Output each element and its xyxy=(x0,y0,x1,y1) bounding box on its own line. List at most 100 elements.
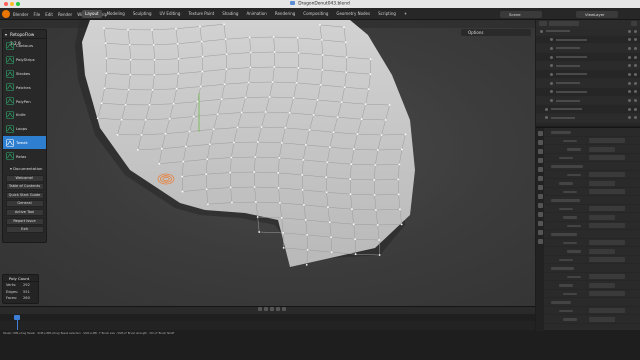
property-row[interactable] xyxy=(545,188,640,196)
report-issue-button[interactable]: Report Issue xyxy=(5,217,44,225)
tab-rendering[interactable]: Rendering xyxy=(272,10,298,18)
options-button[interactable]: Options xyxy=(461,29,531,36)
mesh-vertex xyxy=(249,66,252,69)
tab-animation[interactable]: Animation xyxy=(243,10,269,18)
outliner-row[interactable] xyxy=(536,61,640,71)
property-row[interactable] xyxy=(545,162,640,171)
tool-tab-icon[interactable] xyxy=(537,131,543,136)
property-row[interactable] xyxy=(545,154,640,162)
tab-shading[interactable]: Shading xyxy=(219,10,241,18)
playhead[interactable] xyxy=(14,315,20,320)
tab-geometry-nodes[interactable]: Geometry Nodes xyxy=(333,10,373,18)
constraints-tab-icon[interactable] xyxy=(537,221,543,226)
view-layer-tab-icon[interactable] xyxy=(537,158,543,163)
scene-tab-icon[interactable] xyxy=(537,167,543,172)
add-workspace-button[interactable]: + xyxy=(401,10,410,18)
outliner-row[interactable] xyxy=(536,36,640,45)
retopoflow-title[interactable]: RetopoFlow 3.2.9 xyxy=(3,30,46,46)
tool-contours[interactable]: Contours xyxy=(3,39,46,53)
property-row[interactable] xyxy=(545,281,640,290)
mesh-vertex xyxy=(305,263,308,266)
object-tab-icon[interactable] xyxy=(537,185,543,190)
property-row[interactable] xyxy=(545,273,640,281)
exit-button[interactable]: Exit xyxy=(5,226,44,234)
property-row[interactable] xyxy=(545,213,640,222)
world-tab-icon[interactable] xyxy=(537,176,543,181)
play-icon[interactable] xyxy=(270,307,274,311)
jump-end-icon[interactable] xyxy=(282,307,286,311)
documentation-header[interactable]: ▾ Documentation xyxy=(3,165,46,173)
particles-tab-icon[interactable] xyxy=(537,203,543,208)
property-row[interactable] xyxy=(545,145,640,154)
tab-modeling[interactable]: Modeling xyxy=(104,10,128,18)
outliner-row[interactable] xyxy=(536,105,640,114)
render-tab-icon[interactable] xyxy=(537,140,543,145)
3d-viewport[interactable]: Options xyxy=(0,20,535,306)
property-row[interactable] xyxy=(545,239,640,247)
output-tab-icon[interactable] xyxy=(537,149,543,154)
doc-button-table-of-contents[interactable]: Table of Contents xyxy=(5,183,44,191)
doc-button-active-tool[interactable]: Active Tool xyxy=(5,208,44,216)
property-row[interactable] xyxy=(545,205,640,213)
property-row[interactable] xyxy=(545,264,640,273)
outliner-row[interactable] xyxy=(536,113,640,123)
menu-blender[interactable]: Blender xyxy=(13,12,29,17)
timeline-ruler[interactable] xyxy=(0,314,535,321)
view-layer-selector[interactable]: ViewLayer xyxy=(576,10,618,18)
scene-selector[interactable]: Scene xyxy=(500,10,542,18)
jump-start-icon[interactable] xyxy=(258,307,262,311)
outliner-row[interactable] xyxy=(536,88,640,97)
property-row[interactable] xyxy=(545,315,640,324)
doc-button-quick-start-guide[interactable]: Quick Start Guide xyxy=(5,191,44,199)
step-back-icon[interactable] xyxy=(264,307,268,311)
property-row[interactable] xyxy=(545,196,640,205)
tool-relax[interactable]: Relax xyxy=(3,149,46,163)
menu-edit[interactable]: Edit xyxy=(45,12,53,17)
property-row[interactable] xyxy=(545,222,640,230)
mesh-vertex xyxy=(388,104,391,106)
property-row[interactable] xyxy=(545,179,640,188)
tool-loops[interactable]: Loops xyxy=(3,122,46,136)
property-row[interactable] xyxy=(545,307,640,315)
outliner-row[interactable] xyxy=(536,27,640,36)
tab-uv-editing[interactable]: UV Editing xyxy=(157,10,184,18)
property-row[interactable] xyxy=(545,137,640,145)
outliner-row[interactable] xyxy=(536,96,640,106)
properties-panel[interactable] xyxy=(536,127,640,331)
tool-polystrips[interactable]: PolyStrips xyxy=(3,53,46,67)
poly-count-title[interactable]: Poly Count xyxy=(3,275,38,282)
doc-button-welcome[interactable]: Welcome! xyxy=(5,174,44,182)
outliner-row[interactable] xyxy=(536,70,640,80)
step-forward-icon[interactable] xyxy=(276,307,280,311)
tab-sculpting[interactable]: Sculpting xyxy=(130,10,155,18)
property-row[interactable] xyxy=(545,171,640,179)
tab-texture-paint[interactable]: Texture Paint xyxy=(185,10,217,18)
property-row[interactable] xyxy=(545,128,640,137)
tool-knife[interactable]: Knife xyxy=(3,108,46,122)
tab-compositing[interactable]: Compositing xyxy=(300,10,331,18)
outliner-panel[interactable] xyxy=(536,20,640,126)
menu-file[interactable]: File xyxy=(34,12,41,17)
mesh-vertex xyxy=(196,100,199,103)
tool-tweak[interactable]: Tweak xyxy=(3,135,46,150)
property-row[interactable] xyxy=(545,298,640,307)
material-tab-icon[interactable] xyxy=(537,239,543,244)
property-row[interactable] xyxy=(545,247,640,256)
physics-tab-icon[interactable] xyxy=(537,212,543,217)
property-row[interactable] xyxy=(545,290,640,298)
tool-patches[interactable]: Patches xyxy=(3,80,46,94)
modifier-tab-icon[interactable] xyxy=(537,194,543,199)
tab-layout[interactable]: Layout xyxy=(82,10,102,18)
tab-scripting[interactable]: Scripting xyxy=(375,10,399,18)
outliner-row[interactable] xyxy=(536,79,640,88)
menu-render[interactable]: Render xyxy=(58,12,72,17)
doc-button-general[interactable]: General xyxy=(5,200,44,208)
tool-strokes[interactable]: Strokes xyxy=(3,67,46,81)
outliner-row[interactable] xyxy=(536,53,640,62)
property-row[interactable] xyxy=(545,230,640,239)
tool-polypen[interactable]: PolyPen xyxy=(3,94,46,108)
outliner-row[interactable] xyxy=(536,44,640,54)
blender-logo-icon[interactable] xyxy=(2,10,10,18)
property-row[interactable] xyxy=(545,256,640,264)
data-tab-icon[interactable] xyxy=(537,230,543,235)
